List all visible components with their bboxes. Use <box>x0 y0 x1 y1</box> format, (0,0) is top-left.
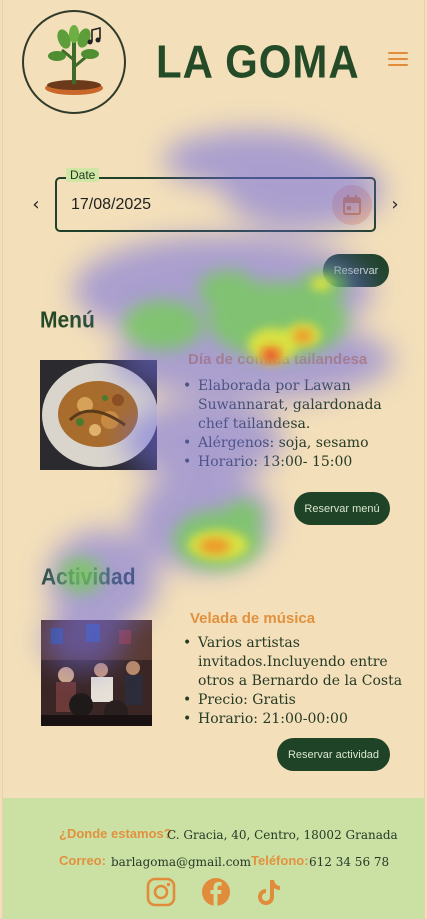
footer-phone[interactable]: 612 34 56 78 <box>309 855 389 869</box>
menu-heading: Menú <box>40 307 95 334</box>
music-night-photo <box>41 620 152 726</box>
footer-email[interactable]: barlagoma@gmail.com <box>111 855 251 869</box>
facebook-icon[interactable] <box>201 877 231 907</box>
activity-item-title: Velada de música <box>190 610 316 627</box>
activity-details-list: Varios artistas invitados.Incluyendo ent… <box>183 634 407 729</box>
plant-music-logo-icon[interactable] <box>22 10 126 114</box>
activity-heading: Actividad <box>41 564 136 591</box>
reserve-menu-button[interactable]: Reservar menú <box>294 492 390 525</box>
reserve-activity-button[interactable]: Reservar actividad <box>277 738 390 771</box>
list-item: Varios artistas invitados.Incluyendo ent… <box>183 634 407 691</box>
list-item: Precio: Gratis <box>183 691 407 710</box>
menu-details-list: Elaborada por Lawan Suwannarat, galardon… <box>183 377 411 472</box>
footer-phone-label: Teléfono: <box>251 853 309 868</box>
chevron-right-icon[interactable]: › <box>387 194 403 215</box>
list-item: Horario: 21:00-00:00 <box>183 710 407 729</box>
hamburger-menu-icon[interactable] <box>388 52 408 68</box>
tiktok-icon[interactable] <box>253 877 283 907</box>
date-label: Date <box>66 168 100 182</box>
date-value[interactable]: 17/08/2025 <box>71 196 151 214</box>
calendar-icon[interactable] <box>332 185 372 225</box>
footer-location-label: ¿Donde estamos? <box>59 826 172 841</box>
brand-name: LA GOMA <box>156 35 360 88</box>
instagram-icon[interactable] <box>146 877 176 907</box>
thai-food-photo <box>40 360 157 470</box>
list-item: Horario: 13:00- 15:00 <box>183 453 411 472</box>
reserve-button[interactable]: Reservar <box>323 254 389 287</box>
chevron-left-icon[interactable]: ‹ <box>28 194 44 215</box>
footer-address: C. Gracia, 40, Centro, 18002 Granada <box>167 828 398 842</box>
menu-item-title: Día de comida tailandesa <box>188 351 368 368</box>
list-item: Alérgenos: soja, sesamo <box>183 434 411 453</box>
app-screen: LA GOMA ‹ Date 17/08/2025 › Reservar Men… <box>2 0 425 919</box>
list-item: Elaborada por Lawan Suwannarat, galardon… <box>183 377 411 434</box>
footer-email-label: Correo: <box>59 853 106 868</box>
